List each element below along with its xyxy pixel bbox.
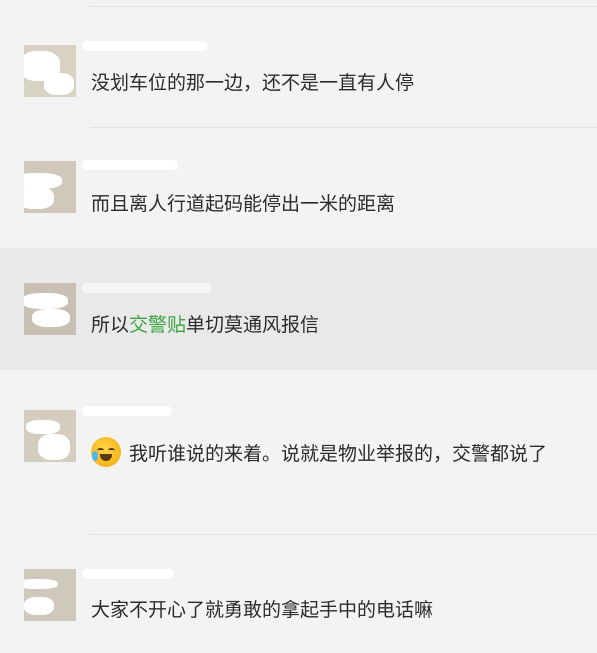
comment-text: 而且离人行道起码能停出一米的距离	[91, 193, 396, 215]
comment-item[interactable]: 大家不开心了就勇敢的拿起手中的电话嘛	[0, 535, 597, 653]
comment-item[interactable]: 没划车位的那一边，还不是一直有人停	[0, 7, 597, 127]
comment-item[interactable]: 我听谁说的来着。说就是物业举报的，交警都说了	[0, 370, 597, 534]
crying-laughing-emoji-icon	[91, 437, 121, 467]
sender-name-mask	[82, 160, 178, 170]
comment-item[interactable]: 而且离人行道起码能停出一米的距离	[0, 128, 597, 248]
avatar-mask	[24, 597, 54, 615]
avatar-mask	[32, 309, 70, 327]
avatar-mask	[44, 73, 74, 95]
comment-feed: 没划车位的那一边，还不是一直有人停 而且离人行道起码能停出一米的距离 所以交警贴…	[0, 0, 597, 653]
sender-name-mask	[82, 41, 208, 51]
avatar[interactable]	[24, 45, 76, 97]
avatar[interactable]	[24, 283, 76, 335]
avatar-mask	[24, 579, 58, 589]
comment-text: 没划车位的那一边，还不是一直有人停	[91, 72, 415, 94]
comment-text: 我听谁说的来着。说就是物业举报的，交警都说了	[91, 436, 567, 472]
avatar[interactable]	[24, 161, 76, 213]
comment-text: 所以交警贴单切莫通风报信	[91, 307, 567, 343]
avatar[interactable]	[24, 410, 76, 462]
sender-name-mask	[82, 406, 172, 416]
comment-text-body: 我听谁说的来着。说就是物业举报的，交警都说了	[129, 443, 548, 465]
avatar[interactable]	[24, 569, 76, 621]
comment-item-highlighted[interactable]: 所以交警贴单切莫通风报信	[0, 248, 597, 370]
avatar-mask	[26, 420, 60, 434]
sender-name-mask	[82, 283, 212, 293]
sender-name-mask	[82, 569, 174, 579]
comment-text: 大家不开心了就勇敢的拿起手中的电话嘛	[91, 599, 434, 621]
avatar-mask	[24, 187, 54, 209]
avatar-mask	[38, 434, 70, 460]
keyword-link[interactable]: 交警贴	[129, 314, 186, 336]
comment-text-prefix: 所以	[91, 314, 130, 336]
comment-text-suffix: 单切莫通风报信	[186, 314, 320, 336]
avatar-mask	[24, 293, 68, 309]
